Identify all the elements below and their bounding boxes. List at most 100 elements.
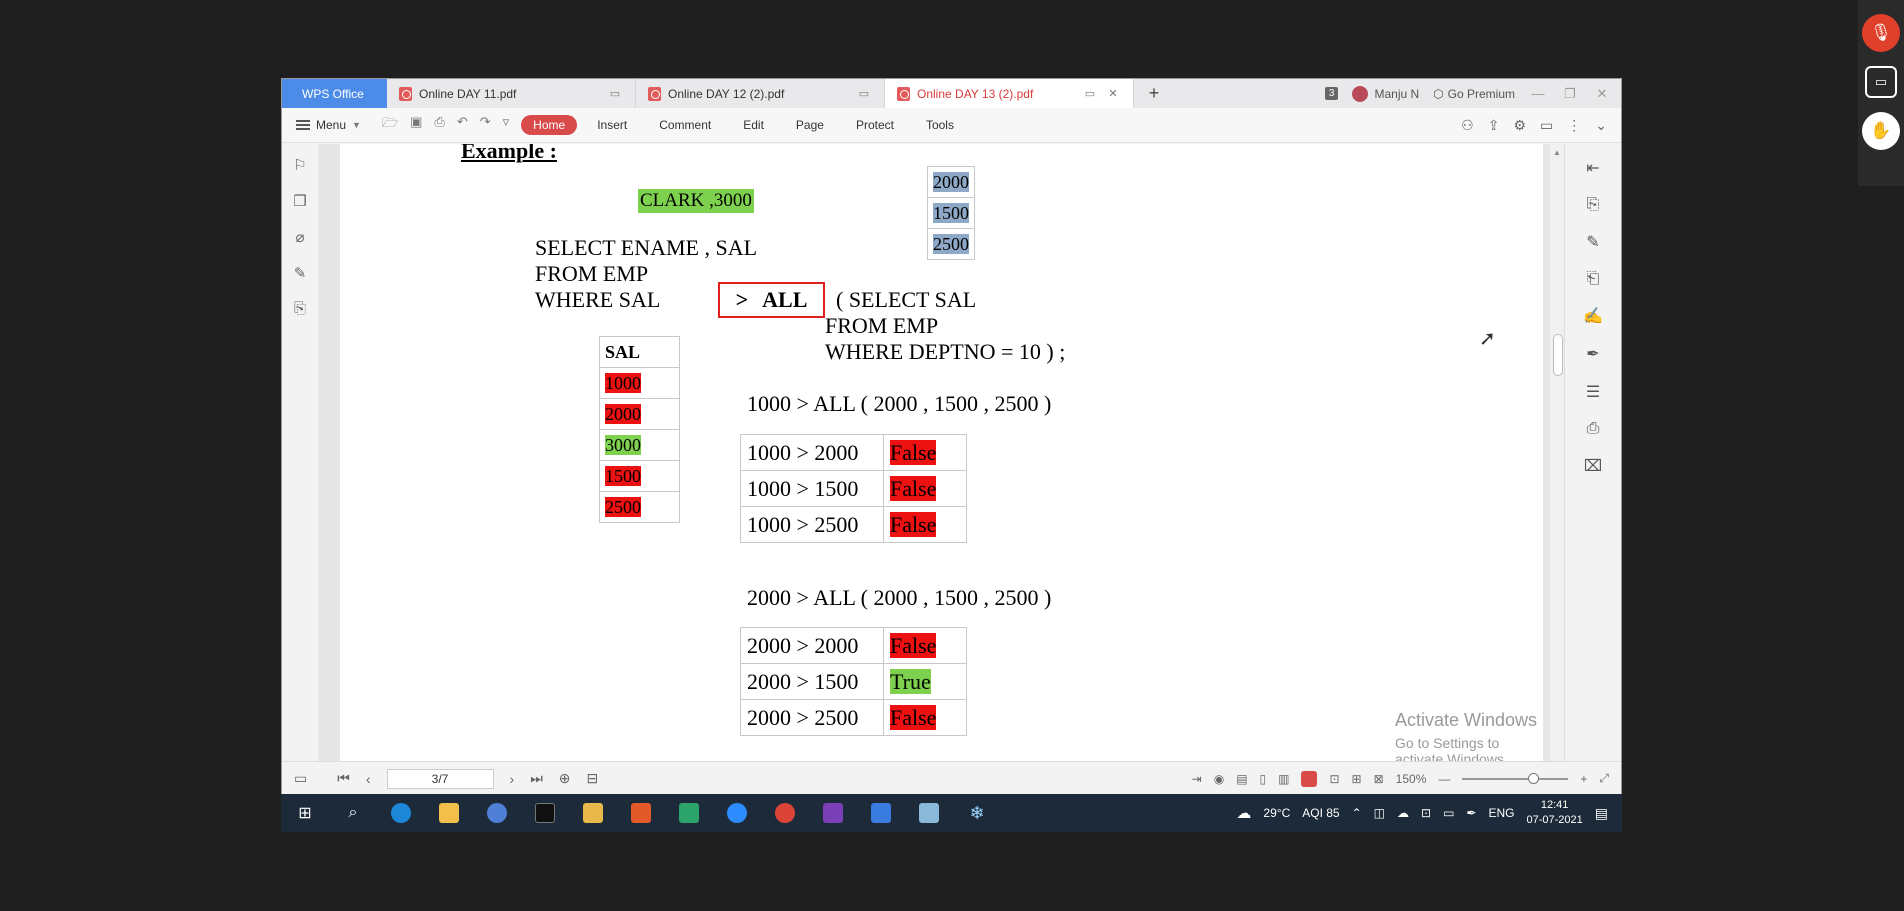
comment-icon[interactable]: ▭ <box>1540 117 1553 134</box>
settings-icon[interactable]: ⚙ <box>1513 117 1526 134</box>
taskbar-notes[interactable] <box>905 794 953 832</box>
edit-pdf-icon[interactable]: ✎ <box>1586 232 1599 252</box>
prev-page-icon[interactable]: ‹ <box>366 771 371 787</box>
zoom-in-icon[interactable]: + <box>1580 772 1587 786</box>
print-icon[interactable]: ⎙ <box>1587 420 1600 438</box>
network-icon[interactable]: ⊡ <box>1421 806 1431 820</box>
doc-tab-day13[interactable]: Online DAY 13 (2).pdf ▭ ✕ <box>885 79 1134 108</box>
sign-icon[interactable]: ✒ <box>1586 344 1599 364</box>
eye-protection-icon[interactable]: ◉ <box>1214 772 1224 786</box>
customize-icon[interactable]: ▿ <box>503 114 510 136</box>
taskbar-chrome[interactable] <box>761 794 809 832</box>
meet-icon[interactable]: ◫ <box>1374 806 1385 820</box>
close-window-icon[interactable]: ✕ <box>1593 86 1611 102</box>
export-icon[interactable]: ⎘ <box>294 300 306 317</box>
last-page-icon[interactable]: ⏭ <box>530 770 543 787</box>
print-icon[interactable]: ⎙ <box>434 114 444 136</box>
convert-icon[interactable]: ⎗ <box>1587 270 1600 288</box>
zoom-slider[interactable] <box>1462 772 1569 784</box>
fullscreen-icon[interactable]: ⤢ <box>1599 771 1609 786</box>
zoom-level[interactable]: 150% <box>1396 772 1427 786</box>
raise-hand-button[interactable]: ✋ <box>1862 112 1900 150</box>
scroll-up-icon[interactable]: ▲ <box>1553 148 1561 157</box>
fit-width-icon[interactable]: ⊠ <box>1374 772 1384 786</box>
chevron-up-icon[interactable]: ⌃ <box>1352 806 1362 820</box>
fit-page-icon[interactable]: ⊞ <box>1352 772 1362 786</box>
user-account[interactable]: Manju N <box>1352 85 1419 102</box>
insert-page-icon[interactable]: ⊕ <box>559 770 571 787</box>
aqi-label[interactable]: AQI 85 <box>1302 806 1339 820</box>
minimize-icon[interactable]: — <box>1529 86 1547 101</box>
taskbar-office[interactable] <box>617 794 665 832</box>
taskbar-chromium[interactable] <box>473 794 521 832</box>
taskbar-paint[interactable] <box>569 794 617 832</box>
single-page-icon[interactable]: ▯ <box>1260 772 1267 786</box>
taskbar-onenote[interactable] <box>809 794 857 832</box>
zoom-slider-knob[interactable] <box>1528 772 1540 784</box>
monitor-icon[interactable]: ▭ <box>856 87 872 100</box>
monitor-icon[interactable]: ▭ <box>607 87 623 100</box>
attachment-icon[interactable]: ⌀ <box>295 228 304 246</box>
window-view-button[interactable]: ▭ <box>1865 66 1897 98</box>
notifications-icon[interactable]: ▤ <box>1595 805 1608 822</box>
taskbar-app[interactable] <box>665 794 713 832</box>
thumbnails-icon[interactable]: ❒ <box>293 192 306 210</box>
scroll-thumb[interactable] <box>1553 334 1563 376</box>
ribbon-tab-comment[interactable]: Comment <box>647 115 723 135</box>
book-view-icon[interactable]: ▥ <box>1278 772 1289 786</box>
monitor-icon[interactable]: ▭ <box>1082 87 1098 100</box>
language-label[interactable]: ENG <box>1488 806 1514 820</box>
doc-tab-day12[interactable]: Online DAY 12 (2).pdf ▭ <box>636 79 885 108</box>
more-icon[interactable]: ⋮ <box>1567 117 1581 134</box>
onedrive-icon[interactable]: ☁ <box>1397 806 1409 820</box>
start-button[interactable]: ⊞ <box>281 794 329 832</box>
wps-office-tab[interactable]: WPS Office <box>282 79 387 108</box>
save-icon[interactable]: ▣ <box>410 114 422 136</box>
zoom-out-icon[interactable]: — <box>1438 772 1450 786</box>
mute-mic-button[interactable]: 🎙 <box>1862 14 1900 52</box>
undo-icon[interactable]: ↶ <box>457 114 468 136</box>
annotate-icon[interactable]: ✍ <box>1583 306 1603 326</box>
exit-icon[interactable]: ⇥ <box>1192 772 1202 786</box>
collapse-ribbon-icon[interactable]: ⌄ <box>1595 117 1607 134</box>
pen-icon[interactable]: ✒ <box>1466 806 1476 820</box>
first-page-icon[interactable]: ⏮ <box>337 770 350 787</box>
sidebar-toggle-icon[interactable]: ▭ <box>294 770 307 787</box>
page-number-input[interactable]: 3/7 <box>386 768 494 789</box>
go-premium-button[interactable]: ⬡ Go Premium <box>1433 87 1515 101</box>
share-user-icon[interactable]: ⚇ <box>1461 117 1474 134</box>
search-button[interactable]: ⌕ <box>329 794 377 832</box>
bookmark-icon[interactable]: ⚐ <box>293 156 306 174</box>
share-icon[interactable]: ⇪ <box>1488 117 1500 134</box>
new-tab-button[interactable]: + <box>1134 79 1174 108</box>
taskbar-wps[interactable] <box>857 794 905 832</box>
open-folder-icon[interactable]: 🗁 <box>382 114 398 136</box>
taskbar-terminal[interactable] <box>521 794 569 832</box>
compare-icon[interactable]: ☰ <box>1586 382 1600 402</box>
ribbon-tab-page[interactable]: Page <box>784 115 836 135</box>
continuous-view-icon[interactable]: ▤ <box>1236 772 1247 786</box>
battery-icon[interactable]: ▭ <box>1443 806 1454 820</box>
pdf-to-word-icon[interactable]: ⎘ <box>1587 196 1600 214</box>
next-page-icon[interactable]: › <box>510 771 515 787</box>
doc-tab-day11[interactable]: Online DAY 11.pdf ▭ <box>387 79 636 108</box>
scan-icon[interactable]: ⌧ <box>1584 456 1602 476</box>
extract-page-icon[interactable]: ⊟ <box>587 770 599 787</box>
clock[interactable]: 12:41 07-07-2021 <box>1526 798 1582 828</box>
ribbon-tab-protect[interactable]: Protect <box>844 115 906 135</box>
ribbon-tab-home[interactable]: Home <box>521 115 578 135</box>
close-icon[interactable]: ✕ <box>1105 87 1121 100</box>
ribbon-tab-insert[interactable]: Insert <box>585 115 639 135</box>
ribbon-tab-tools[interactable]: Tools <box>914 115 966 135</box>
taskbar-edge[interactable] <box>377 794 425 832</box>
menu-button[interactable]: Menu ▼ <box>282 118 382 132</box>
ribbon-tab-edit[interactable]: Edit <box>731 115 776 135</box>
actual-size-icon[interactable]: ⊡ <box>1329 772 1339 786</box>
restore-icon[interactable]: ❐ <box>1561 86 1579 102</box>
signature-icon[interactable]: ✎ <box>294 264 307 282</box>
play-slideshow-icon[interactable] <box>1301 770 1318 787</box>
redo-icon[interactable]: ↷ <box>480 114 491 136</box>
weather-temp[interactable]: 29°C <box>1263 806 1290 820</box>
taskbar-explorer[interactable] <box>425 794 473 832</box>
document-viewport[interactable]: Example : CLARK ,3000 2000 1500 2500 SEL… <box>318 144 1566 761</box>
